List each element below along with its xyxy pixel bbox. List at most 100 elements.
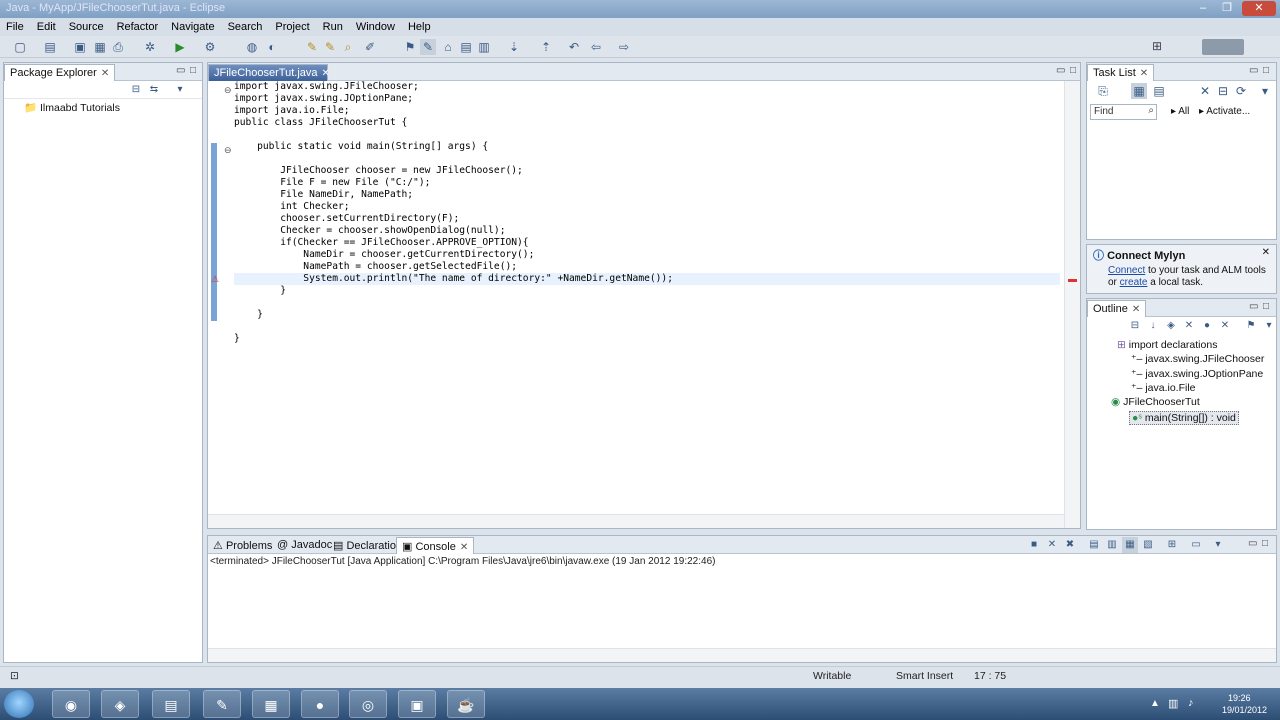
link-editor-icon[interactable]: ⇆ [146, 82, 162, 98]
new-package-icon[interactable]: ◐ [264, 39, 280, 55]
hide-static-icon[interactable]: ✕ [1181, 318, 1197, 334]
java-app-icon[interactable]: ☕ [447, 690, 485, 718]
tab-outline[interactable]: Outline ✕ [1087, 300, 1147, 317]
fold-icon[interactable]: ⊖ [224, 85, 232, 96]
open-type-icon[interactable]: ✎ [304, 39, 320, 55]
search-icon[interactable]: ⌕ [340, 39, 356, 55]
menu-run[interactable]: Run [323, 21, 343, 33]
editor-horizontal-scrollbar[interactable] [208, 514, 1064, 528]
external-tools-icon[interactable]: ⚙ [202, 39, 218, 55]
menu-search[interactable]: Search [228, 21, 263, 33]
minimize-button[interactable]: – [1192, 1, 1214, 16]
start-button[interactable] [4, 690, 34, 718]
collapse-all-icon[interactable]: ⊟ [128, 82, 144, 98]
prev-annotation-icon[interactable]: ⇡ [538, 39, 554, 55]
find-input[interactable]: Find ⌕ [1090, 104, 1157, 120]
hide-fields-icon[interactable]: ◈ [1163, 318, 1179, 334]
menu-help[interactable]: Help [408, 21, 431, 33]
java-perspective-button[interactable] [1202, 39, 1244, 55]
console-horizontal-scrollbar[interactable] [208, 648, 1276, 662]
maximize-button[interactable]: ❐ [1216, 1, 1238, 16]
tray-expand-icon[interactable]: ▲ [1150, 698, 1160, 709]
menu-project[interactable]: Project [275, 21, 309, 33]
terminate-icon[interactable]: ■ [1026, 537, 1042, 553]
scroll-lock-icon[interactable]: ▤ [1086, 537, 1102, 553]
volume-icon[interactable]: ♪ [1188, 697, 1194, 709]
marker-icon[interactable]: ⚑ [402, 39, 418, 55]
chrome-icon[interactable]: ◉ [52, 690, 90, 718]
view-menu-icon[interactable]: ▾ [172, 82, 188, 98]
print-icon[interactable]: ⎙ [110, 39, 126, 55]
maximize-icon[interactable]: □ [1263, 65, 1269, 76]
pen-tool-icon[interactable]: ✎ [203, 690, 241, 718]
sort-icon[interactable]: ↓ [1145, 318, 1161, 334]
close-window-button[interactable]: ✕ [1242, 1, 1276, 16]
fold-icon[interactable]: ⊖ [224, 145, 232, 156]
view-menu-icon[interactable]: ▾ [1261, 318, 1277, 334]
hide-local-icon[interactable]: ✕ [1217, 318, 1233, 334]
outline-import-item[interactable]: ⁺– javax.swing.JFileChooser [1131, 353, 1264, 365]
close-icon[interactable]: ✕ [101, 68, 109, 79]
synchronize-icon[interactable]: ⟳ [1233, 83, 1249, 99]
clock-time[interactable]: 19:26 [1228, 693, 1251, 703]
tab-package-explorer[interactable]: Package Explorer ✕ [4, 64, 116, 81]
maximize-icon[interactable]: □ [190, 65, 196, 76]
menu-navigate[interactable]: Navigate [171, 21, 214, 33]
outline-class[interactable]: ◉ JFileChooserTut [1111, 396, 1200, 408]
focus-icon[interactable]: ⚑ [1243, 318, 1259, 334]
save-all-icon[interactable]: ▦ [92, 39, 108, 55]
new-wizard-icon[interactable]: ▤ [42, 39, 58, 55]
media-icon[interactable]: ◎ [349, 690, 387, 718]
close-icon[interactable]: ✕ [1140, 68, 1148, 79]
create-link[interactable]: create [1120, 277, 1148, 288]
app-icon[interactable]: ▣ [398, 690, 436, 718]
tab-editor-file[interactable]: JFileChooserTut.java ✕ [208, 64, 330, 81]
minimize-icon[interactable]: ▭ [1248, 538, 1257, 549]
new-icon[interactable]: ▢ [12, 39, 28, 55]
maximize-icon[interactable]: □ [1262, 538, 1268, 549]
error-marker[interactable] [1068, 279, 1077, 282]
game-icon[interactable]: ◈ [101, 690, 139, 718]
activate-link[interactable]: ▸ Activate... [1199, 106, 1250, 117]
new-class-icon[interactable]: ◍ [244, 39, 260, 55]
close-icon[interactable]: ✕ [460, 542, 468, 553]
collapse-icon[interactable]: ⊟ [1215, 83, 1231, 99]
maximize-icon[interactable]: □ [1263, 301, 1269, 312]
categorized-icon[interactable]: ▦ [1131, 83, 1147, 99]
fast-view-icon[interactable]: ⊡ [10, 670, 19, 682]
menu-file[interactable]: File [6, 21, 24, 33]
network-icon[interactable]: ▥ [1168, 697, 1178, 710]
hide-completed-icon[interactable]: ✕ [1197, 83, 1213, 99]
forward-icon[interactable]: ⇨ [616, 39, 632, 55]
view-menu-icon[interactable]: ▾ [1257, 83, 1273, 99]
view-menu-icon[interactable]: ▾ [1210, 537, 1226, 553]
editor-vertical-scrollbar[interactable] [1064, 81, 1080, 528]
scheduled-icon[interactable]: ▤ [1151, 83, 1167, 99]
close-icon[interactable]: ✕ [1132, 304, 1140, 315]
next-annotation-icon[interactable]: ⇣ [506, 39, 522, 55]
whitespace-icon[interactable]: ▤ [458, 39, 474, 55]
new-task-icon[interactable]: ⎘ [1095, 83, 1111, 99]
all-filter[interactable]: ▸ All [1171, 106, 1189, 117]
last-edit-icon[interactable]: ↶ [566, 39, 582, 55]
remove-all-icon[interactable]: ✖ [1062, 537, 1078, 553]
collapse-all-icon[interactable]: ⊟ [1127, 318, 1143, 334]
outline-import-item[interactable]: ⁺– java.io.File [1131, 382, 1196, 394]
clear-console-icon[interactable]: ▥ [1104, 537, 1120, 553]
minimize-icon[interactable]: ▭ [1249, 301, 1258, 312]
debug-icon[interactable]: ✲ [142, 39, 158, 55]
open-console-icon[interactable]: ⊞ [1164, 537, 1180, 553]
tab-problems[interactable]: ⚠ Problems [208, 537, 277, 554]
open-task-icon[interactable]: ✎ [322, 39, 338, 55]
tab-console[interactable]: ▣ Console ✕ [396, 537, 475, 554]
connect-link[interactable]: Connect [1108, 265, 1145, 276]
eclipse-icon[interactable]: ● [301, 690, 339, 718]
display-console-icon[interactable]: ▧ [1140, 537, 1156, 553]
toggle-mark-icon[interactable]: ✎ [420, 39, 436, 55]
menu-source[interactable]: Source [69, 21, 104, 33]
menu-edit[interactable]: Edit [37, 21, 56, 33]
open-perspective-icon[interactable]: ⊞ [1152, 39, 1168, 55]
outline-method[interactable]: ●ˢ main(String[]) : void [1129, 411, 1239, 425]
format-icon[interactable]: ▥ [476, 39, 492, 55]
close-icon[interactable]: ✕ [1262, 247, 1270, 258]
